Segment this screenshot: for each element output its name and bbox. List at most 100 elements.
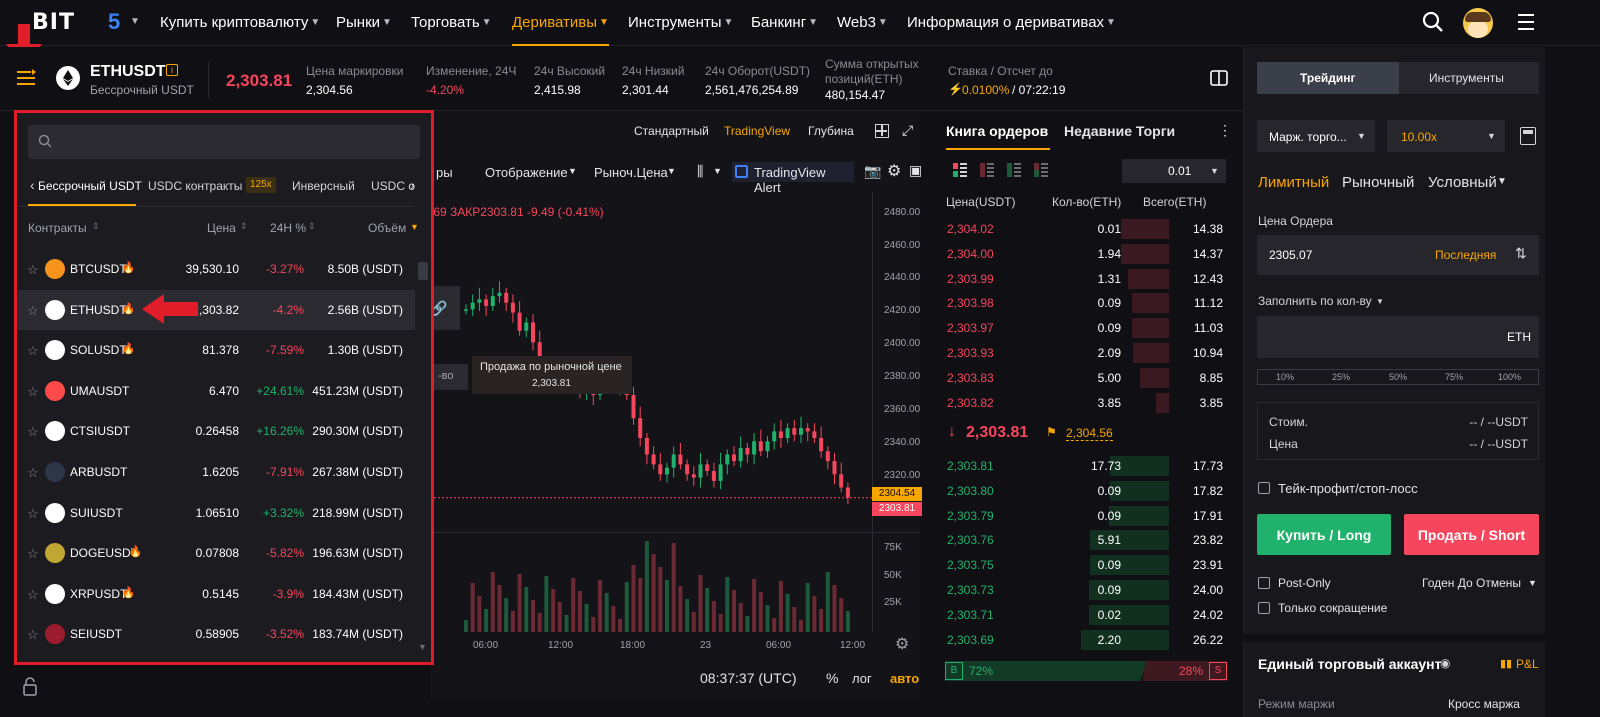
bid-row[interactable]: 2,303.76 5.91 23.82: [945, 528, 1225, 552]
contract-row-arbusdt[interactable]: ☆ ARBUSDT 1.6205 -7.91% 267.38M (USDT): [17, 452, 415, 492]
bid-row[interactable]: 2,303.81 17.73 17.73: [945, 454, 1225, 478]
save-icon[interactable]: ▣: [909, 162, 922, 179]
contracts-search-input[interactable]: [28, 125, 420, 159]
ask-row[interactable]: 2,304.00 1.94 14.37: [945, 242, 1225, 266]
ask-row[interactable]: 2,303.82 3.85 3.85: [945, 391, 1225, 415]
qty-pct-3[interactable]: 75%: [1445, 372, 1463, 382]
star-icon[interactable]: ☆: [27, 424, 39, 440]
star-icon[interactable]: ☆: [27, 465, 39, 481]
star-icon[interactable]: ☆: [27, 262, 39, 278]
auto-toggle[interactable]: авто: [890, 671, 919, 686]
contracts-menu-icon[interactable]: [14, 66, 38, 90]
star-icon[interactable]: ☆: [27, 506, 39, 522]
sort-desc-icon[interactable]: ▼: [410, 222, 419, 232]
nav-item-4[interactable]: Инструменты ▼: [628, 0, 733, 46]
book-icon[interactable]: [1210, 70, 1228, 86]
sort-icon[interactable]: ⇕: [240, 221, 248, 232]
chart-settings-gear-icon[interactable]: ⚙: [895, 634, 909, 654]
ask-row[interactable]: 2,304.02 0.01 14.38: [945, 217, 1225, 241]
qty-pct-0[interactable]: 10%: [1276, 372, 1294, 382]
bid-row[interactable]: 2,303.75 0.09 23.91: [945, 553, 1225, 577]
reduce-only-checkbox[interactable]: [1258, 602, 1270, 614]
time-in-force-select[interactable]: Годен До Отмены: [1422, 576, 1521, 590]
order-price-input[interactable]: 2305.07 Последняя ⇅: [1257, 235, 1539, 275]
contract-row-ethusdt[interactable]: ☆ ETHUSDT 🔥 2,303.82 -4.2% 2.56B (USDT): [17, 289, 415, 330]
chevron-left-icon[interactable]: ‹: [30, 177, 35, 193]
tab-tools[interactable]: Инструменты: [1399, 62, 1539, 94]
bid-row[interactable]: 2,303.73 0.09 24.00: [945, 578, 1225, 602]
nav-item-7[interactable]: Информация о деривативах ▼: [907, 0, 1116, 46]
qty-pct-4[interactable]: 100%: [1498, 372, 1521, 382]
bid-row[interactable]: 2,303.80 0.09 17.82: [945, 479, 1225, 503]
sidebar-scrollbar[interactable]: [418, 262, 428, 280]
contract-row-solusdt[interactable]: ☆ SOLUSDT 🔥 81.378 -7.59% 1.30B (USDT): [17, 330, 415, 370]
ticker-symbol[interactable]: ETHUSDT: [90, 63, 166, 81]
col-change[interactable]: 24H %: [270, 221, 306, 235]
chevron-down-icon[interactable]: ▼: [1376, 297, 1384, 306]
order-type-limit[interactable]: Лимитный: [1258, 174, 1329, 191]
tab-usdc-contracts[interactable]: USDC контракты: [148, 179, 242, 193]
view-tradingview[interactable]: TradingView: [724, 124, 790, 138]
nav-item-6[interactable]: Web3 ▼: [837, 0, 888, 46]
star-icon[interactable]: ☆: [27, 303, 39, 319]
chevron-down-icon[interactable]: ▼: [667, 166, 676, 176]
view-asks-icon[interactable]: [980, 163, 994, 177]
nav-item-0[interactable]: Купить криптовалюту ▼: [160, 0, 320, 46]
ask-row[interactable]: 2,303.93 2.09 10.94: [945, 341, 1225, 365]
col-price[interactable]: Цена: [207, 221, 236, 235]
contract-row-suiusdt[interactable]: ☆ SUIUSDT 1.06510 +3.32% 218.99M (USDT): [17, 493, 415, 533]
contract-row-btcusdt[interactable]: ☆ BTCUSDT 🔥 39,530.10 -3.27% 8.50B (USDT): [17, 249, 415, 289]
qty-pct-2[interactable]: 50%: [1389, 372, 1407, 382]
contract-row-umausdt[interactable]: ☆ UMAUSDT 6.470 +24.61% 451.23M (USDT): [17, 371, 415, 411]
contract-row-ctsiusdt[interactable]: ☆ CTSIUSDT 0.26458 +16.26% 290.30M (USDT): [17, 411, 415, 451]
nav-item-5[interactable]: Банкинг ▼: [751, 0, 818, 46]
lock-icon[interactable]: [22, 676, 38, 696]
contract-row-xrpusdt[interactable]: ☆ XRPUSDT 🔥 0.5145 -3.9% 184.43M (USDT): [17, 574, 415, 614]
post-only-checkbox[interactable]: [1258, 577, 1270, 589]
ask-row[interactable]: 2,303.99 1.31 12.43: [945, 267, 1225, 291]
margin-mode-value[interactable]: Кросс маржа: [1448, 697, 1520, 711]
settings-icon[interactable]: ⚙: [887, 161, 901, 181]
tab-usdt-perpetual[interactable]: Бессрочный USDT: [38, 179, 142, 193]
view-depth[interactable]: Глубина: [808, 124, 854, 138]
bid-row[interactable]: 2,303.79 0.09 17.91: [945, 504, 1225, 528]
bid-row[interactable]: 2,303.71 0.02 24.02: [945, 603, 1225, 627]
contract-row-seiusdt[interactable]: ☆ SEIUSDT 0.58905 -3.52% 183.74M (USDT): [17, 614, 415, 654]
sort-icon[interactable]: ⇕: [92, 221, 100, 232]
star-icon[interactable]: ☆: [27, 587, 39, 603]
col-contracts[interactable]: Контракты: [28, 221, 87, 235]
chevron-down-icon[interactable]: ▼: [418, 642, 427, 652]
qty-input[interactable]: ETH: [1257, 316, 1539, 358]
info-icon[interactable]: i: [166, 64, 178, 76]
tab-inverse[interactable]: Инверсный: [292, 179, 355, 193]
star-icon[interactable]: ☆: [27, 384, 39, 400]
calculator-icon[interactable]: [1520, 127, 1536, 145]
order-type-conditional[interactable]: Условный: [1428, 174, 1497, 191]
chevron-down-icon[interactable]: ▼: [713, 166, 722, 176]
chevron-right-icon[interactable]: ›: [410, 177, 415, 193]
hamburger-menu-icon[interactable]: [1518, 12, 1534, 30]
qty-pct-1[interactable]: 25%: [1332, 372, 1350, 382]
view-standard[interactable]: Стандартный: [634, 124, 709, 138]
star-icon[interactable]: ☆: [27, 627, 39, 643]
tab-usdc-options[interactable]: USDC о: [371, 179, 415, 193]
chevron-down-icon[interactable]: ▼: [1528, 578, 1537, 588]
anniversary-badge-icon[interactable]: 5: [108, 10, 128, 34]
order-type-market[interactable]: Рыночный: [1342, 174, 1414, 191]
sell-short-button[interactable]: Продать / Short: [1404, 514, 1539, 555]
view-both-icon[interactable]: [953, 163, 967, 177]
buy-long-button[interactable]: Купить / Long: [1257, 514, 1391, 555]
candle-type-icon[interactable]: ⫼: [697, 163, 703, 180]
qty-fill-label[interactable]: Заполнить по кол-ву: [1258, 294, 1372, 308]
margin-mode-select[interactable]: Марж. торго... ▼: [1257, 120, 1375, 152]
sort-icon[interactable]: ⇕: [308, 221, 316, 232]
eye-icon[interactable]: ◉: [1440, 656, 1450, 670]
scrollbar[interactable]: [1545, 47, 1600, 717]
avatar[interactable]: [1463, 8, 1493, 38]
tab-recent-trades[interactable]: Недавние Торги: [1064, 123, 1175, 139]
toolbar-partial-item[interactable]: ры: [436, 165, 453, 180]
ask-row[interactable]: 2,303.83 5.00 8.85: [945, 366, 1225, 390]
market-price-dropdown[interactable]: Рыноч.Цена: [594, 165, 668, 180]
contract-row-dogeusdt[interactable]: ☆ DOGEUSDT 🔥 0.07808 -5.82% 196.63M (USDT): [17, 533, 415, 573]
grid-layout-icon[interactable]: [875, 124, 889, 138]
